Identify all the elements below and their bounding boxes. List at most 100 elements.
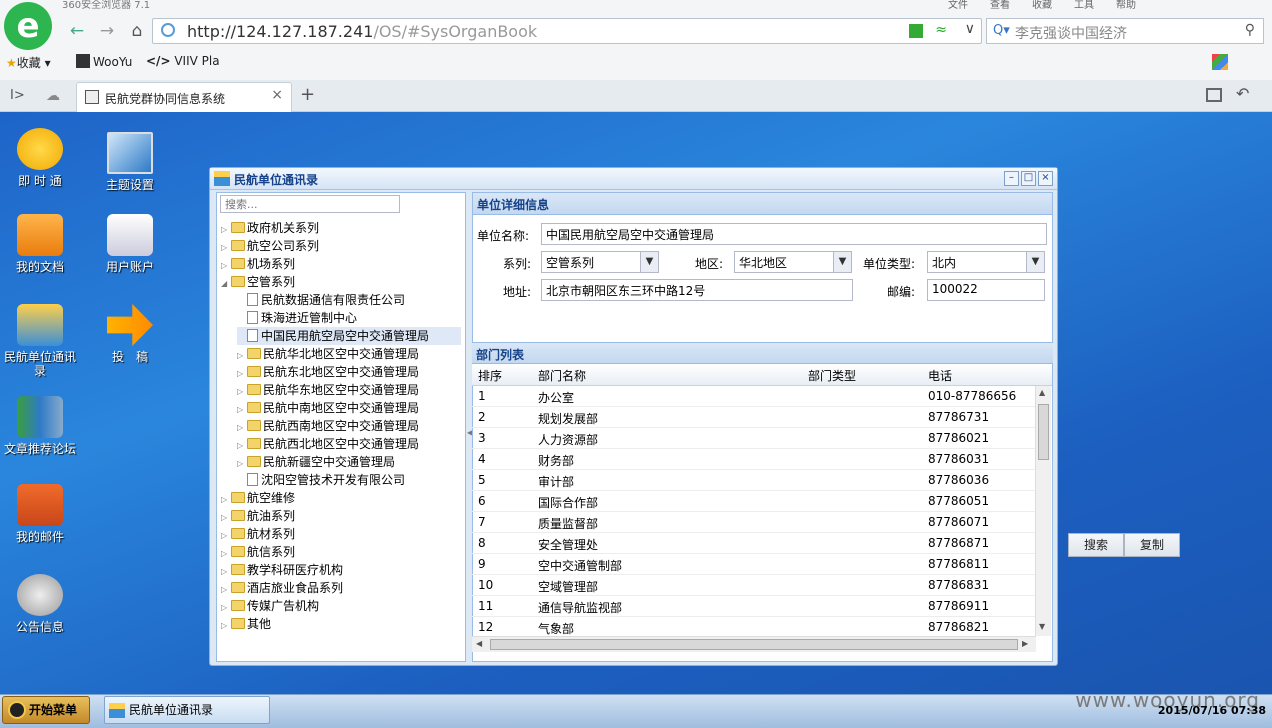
bookmark-wooyun[interactable]: WooYu xyxy=(76,54,132,69)
table-row[interactable]: 3 人力资源部 87786021 xyxy=(472,428,1036,449)
scroll-down-icon[interactable]: ▼ xyxy=(1039,622,1045,631)
col-dept-type[interactable]: 部门类型 xyxy=(808,367,856,384)
scroll-up-icon[interactable]: ▲ xyxy=(1039,388,1045,397)
table-row[interactable]: 6 国际合作部 87786051 xyxy=(472,491,1036,512)
col-phone[interactable]: 电话 xyxy=(928,367,952,384)
bookmark-viiv[interactable]: </> VIIV Pla xyxy=(146,54,220,68)
tree-item[interactable]: ▷ 教学科研医疗机构 xyxy=(221,561,461,579)
tree-item[interactable]: ▷ 民航中南地区空中交通管理局 xyxy=(237,399,461,417)
tree-search-input[interactable] xyxy=(220,195,400,213)
tree-item[interactable]: ▷ 民航东北地区空中交通管理局 xyxy=(237,363,461,381)
col-order[interactable]: 排序 xyxy=(478,367,502,384)
back-arrow-icon[interactable]: ← xyxy=(64,20,90,42)
table-row[interactable]: 9 空中交通管制部 87786811 xyxy=(472,554,1036,575)
scroll-right-icon[interactable]: ▶ xyxy=(1022,639,1028,648)
scroll-thumb[interactable] xyxy=(1038,404,1049,460)
dropdown-chevron-icon[interactable]: ∨ xyxy=(965,21,975,37)
menu-file[interactable]: 文件 xyxy=(948,0,968,11)
tree-item[interactable]: ▷ 机场系列 xyxy=(221,255,461,273)
tree-item[interactable]: ▷ 航空公司系列 xyxy=(221,237,461,255)
desktop-icon-directory[interactable]: 民航单位通讯录 xyxy=(0,304,80,378)
restore-tabs-icon[interactable] xyxy=(1206,88,1222,102)
expanded-arrow-icon[interactable]: ◢ xyxy=(221,275,231,293)
chevron-down-icon[interactable]: ▼ xyxy=(1026,252,1044,272)
vertical-scrollbar[interactable]: ▲ ▼ xyxy=(1035,386,1051,636)
ie-mode-icon[interactable]: ≈ xyxy=(935,22,947,38)
tree-item[interactable]: 中国民用航空局空中交通管理局 xyxy=(237,327,461,345)
favorites-menu[interactable]: ★收藏 ▾ xyxy=(6,54,51,71)
tree-item[interactable]: ▷ 民航西南地区空中交通管理局 xyxy=(237,417,461,435)
undo-icon[interactable]: ↶ xyxy=(1236,84,1249,103)
scroll-left-icon[interactable]: ◀ xyxy=(476,639,482,648)
tree-item[interactable]: ▷ 传媒广告机构 xyxy=(221,597,461,615)
desktop-icon-documents[interactable]: 我的文档 xyxy=(0,214,80,274)
col-dept-name[interactable]: 部门名称 xyxy=(538,367,586,384)
series-select[interactable]: 空管系列 ▼ xyxy=(541,251,659,273)
desktop-icon-mail[interactable]: 我的邮件 xyxy=(0,484,80,544)
new-tab-icon[interactable]: + xyxy=(300,84,315,105)
tree-item[interactable]: ▷ 民航华北地区空中交通管理局 xyxy=(237,345,461,363)
hscroll-thumb[interactable] xyxy=(490,639,1018,650)
zip-field[interactable]: 100022 xyxy=(927,279,1045,301)
tab-close-icon[interactable]: × xyxy=(271,87,283,103)
search-icon[interactable]: ⚲ xyxy=(1245,22,1255,38)
start-menu-button[interactable]: 开始菜单 xyxy=(2,696,90,724)
qr-icon[interactable] xyxy=(909,24,923,38)
table-row[interactable]: 11 通信导航监视部 87786911 xyxy=(472,596,1036,617)
table-row[interactable]: 1 办公室 010-87786656 xyxy=(472,386,1036,407)
tree-item[interactable]: 珠海进近管制中心 xyxy=(237,309,461,327)
tree-item[interactable]: ▷ 航材系列 xyxy=(221,525,461,543)
tree-item[interactable]: ▷ 酒店旅业食品系列 xyxy=(221,579,461,597)
copy-button[interactable]: 复制 xyxy=(1124,533,1180,557)
tree-item[interactable]: ▷ 政府机关系列 xyxy=(221,219,461,237)
table-row[interactable]: 7 质量监督部 87786071 xyxy=(472,512,1036,533)
tree-item[interactable]: ◢ 空管系列 xyxy=(221,273,461,291)
tree-item[interactable]: 民航数据通信有限责任公司 xyxy=(237,291,461,309)
desktop-icon-submit[interactable]: 投 稿 xyxy=(90,304,170,364)
chevron-down-icon[interactable]: ▼ xyxy=(640,252,658,272)
menu-tools[interactable]: 工具 xyxy=(1074,0,1094,11)
tree-item[interactable]: ▷ 航油系列 xyxy=(221,507,461,525)
chevron-down-icon[interactable]: ▼ xyxy=(833,252,851,272)
search-engine-icon[interactable]: Q▾ xyxy=(993,23,1010,38)
close-icon[interactable]: × xyxy=(1038,171,1053,186)
tree-item[interactable]: ▷ 民航西北地区空中交通管理局 xyxy=(237,435,461,453)
table-row[interactable]: 5 审计部 87786036 xyxy=(472,470,1036,491)
unit-name-field[interactable]: 中国民用航空局空中交通管理局 xyxy=(541,223,1047,245)
forward-arrow-icon[interactable]: → xyxy=(94,20,120,42)
desktop-icon-chat[interactable]: 即 时 通 xyxy=(0,128,80,188)
menu-favorites[interactable]: 收藏 xyxy=(1032,0,1052,11)
horizontal-scrollbar[interactable]: ◀ ▶ xyxy=(472,636,1036,652)
tab-active[interactable]: 民航党群协同信息系统 × xyxy=(76,82,292,112)
search-button[interactable]: 搜索 xyxy=(1068,533,1124,557)
desktop-icon-notice[interactable]: 公告信息 xyxy=(0,574,80,634)
taskbar-item-directory[interactable]: 民航单位通讯录 xyxy=(104,696,270,724)
table-row[interactable]: 2 规划发展部 87786731 xyxy=(472,407,1036,428)
desktop-icon-forum[interactable]: 文章推荐论坛 xyxy=(0,396,80,456)
table-row[interactable]: 12 气象部 87786821 xyxy=(472,617,1036,638)
unit-type-select[interactable]: 北内 ▼ xyxy=(927,251,1045,273)
tree-item[interactable]: ▷ 民航华东地区空中交通管理局 xyxy=(237,381,461,399)
sidebar-toggle-icon[interactable]: I> xyxy=(10,88,25,103)
address-field[interactable]: 北京市朝阳区东三环中路12号 xyxy=(541,279,853,301)
table-row[interactable]: 10 空域管理部 87786831 xyxy=(472,575,1036,596)
home-icon[interactable]: ⌂ xyxy=(124,20,150,42)
tree-item[interactable]: ▷ 航空维修 xyxy=(221,489,461,507)
table-row[interactable]: 8 安全管理处 87786871 xyxy=(472,533,1036,554)
menu-view[interactable]: 查看 xyxy=(990,0,1010,11)
desktop-icon-theme[interactable]: 主题设置 xyxy=(90,132,170,192)
minimize-icon[interactable]: – xyxy=(1004,171,1019,186)
maximize-icon[interactable]: □ xyxy=(1021,171,1036,186)
tree-item[interactable]: 沈阳空管技术开发有限公司 xyxy=(237,471,461,489)
search-box[interactable]: Q▾ 李克强谈中国经济 ⚲ xyxy=(986,18,1264,44)
apps-icon[interactable] xyxy=(1212,54,1228,70)
address-bar[interactable]: http://124.127.187.241/OS/#SysOrganBook … xyxy=(152,18,982,44)
tree-item[interactable]: ▷ 民航新疆空中交通管理局 xyxy=(237,453,461,471)
tree-item[interactable]: ▷ 其他 xyxy=(221,615,461,633)
tree-item[interactable]: ▷ 航信系列 xyxy=(221,543,461,561)
region-select[interactable]: 华北地区 ▼ xyxy=(734,251,852,273)
cloud-icon[interactable]: ☁ xyxy=(46,88,60,104)
desktop-icon-user[interactable]: 用户账户 xyxy=(90,214,170,274)
table-row[interactable]: 4 财务部 87786031 xyxy=(472,449,1036,470)
collapsed-arrow-icon[interactable]: ▷ xyxy=(221,617,231,635)
